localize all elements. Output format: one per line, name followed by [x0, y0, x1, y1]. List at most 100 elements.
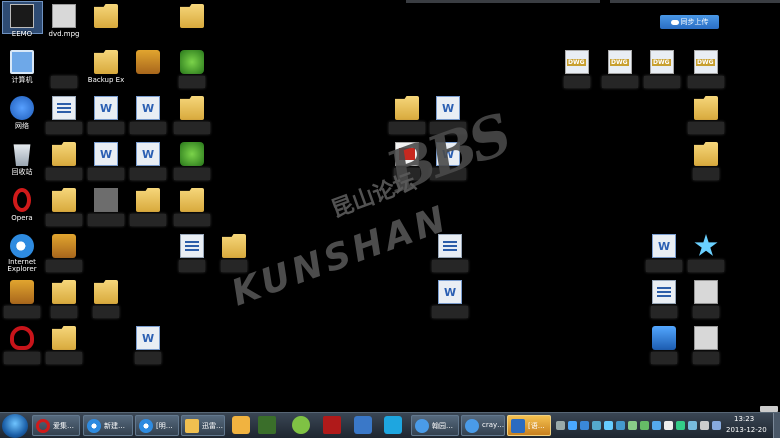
folder-icon [94, 280, 118, 304]
desktop-icon[interactable] [642, 278, 686, 322]
desktop-icon[interactable] [170, 48, 214, 92]
desktop-icon[interactable] [555, 48, 599, 92]
desktop-icon[interactable] [385, 94, 429, 138]
desktop-icon[interactable] [170, 232, 214, 276]
taskbar-button[interactable]: 爱集… [32, 415, 80, 436]
app-icon[interactable] [292, 416, 310, 434]
qq-icon[interactable] [232, 416, 250, 434]
clock-date[interactable]: 2013-12-20 [726, 426, 767, 434]
desktop-icon[interactable] [84, 186, 128, 230]
desktop-icon[interactable] [426, 140, 470, 184]
desktop-icon[interactable] [684, 278, 728, 322]
desktop-icon[interactable] [684, 232, 728, 276]
app-icon[interactable] [354, 416, 372, 434]
desktop-icon[interactable] [84, 140, 128, 184]
desktop-icon[interactable] [126, 48, 170, 92]
desktop-icon-backup-ex[interactable]: Backup Ex [84, 48, 128, 92]
tray-icon[interactable] [664, 421, 673, 430]
start-button[interactable] [2, 414, 28, 438]
desktop-icon[interactable] [126, 94, 170, 138]
network-tray-icon[interactable] [688, 421, 697, 430]
desktop-icon-computer[interactable]: 计算机 [0, 48, 44, 92]
tray-icon[interactable] [568, 421, 577, 430]
desktop-icon[interactable] [42, 278, 86, 322]
tray-arrow-icon[interactable] [556, 421, 565, 430]
desktop-icon[interactable] [42, 94, 86, 138]
taskbar-button-active[interactable]: [语… [507, 415, 551, 436]
desktop-icon[interactable] [42, 232, 86, 276]
pdf-file-icon [395, 142, 419, 166]
dreamweaver-icon[interactable] [258, 416, 276, 434]
desktop-icon[interactable] [428, 278, 472, 322]
desktop-icon[interactable] [170, 2, 214, 46]
tray-icon[interactable] [676, 421, 685, 430]
desktop[interactable]: EEMO 计算机 网络 回收站 Opera Internet Explorer … [0, 0, 780, 412]
taskbar-button[interactable]: cray… [461, 415, 505, 436]
desktop-icon[interactable] [684, 48, 728, 92]
desktop-icon[interactable] [84, 2, 128, 46]
taskbar-button[interactable]: 迅雷… [181, 415, 225, 436]
taskbar-button[interactable]: [明… [135, 415, 179, 436]
desktop-icon[interactable] [42, 324, 86, 368]
desktop-icon[interactable] [642, 324, 686, 368]
blurred-label [179, 76, 205, 88]
folder-icon [180, 188, 204, 212]
blurred-label [179, 260, 205, 272]
desktop-icon[interactable] [212, 232, 256, 276]
window-edge-strip [406, 0, 600, 3]
desktop-icon[interactable] [684, 324, 728, 368]
dwg-file-icon [565, 50, 589, 74]
show-desktop-button[interactable] [773, 413, 780, 438]
app-icon[interactable] [384, 416, 402, 434]
tray-icon[interactable] [592, 421, 601, 430]
desktop-icon[interactable] [642, 232, 686, 276]
blurred-label [651, 306, 677, 318]
desktop-icon[interactable] [42, 140, 86, 184]
desktop-icon[interactable] [126, 324, 170, 368]
desktop-icon[interactable] [126, 186, 170, 230]
folder-icon [94, 4, 118, 28]
tray-icon[interactable] [604, 421, 613, 430]
desktop-icon[interactable] [126, 140, 170, 184]
tray-icon[interactable] [628, 421, 637, 430]
desktop-icon[interactable] [684, 94, 728, 138]
blurred-label [51, 306, 77, 318]
tray-icon[interactable] [580, 421, 589, 430]
desktop-icon[interactable] [428, 232, 472, 276]
desktop-icon-network[interactable]: 网络 [0, 94, 44, 138]
desktop-icon[interactable] [170, 140, 214, 184]
desktop-icon[interactable] [170, 94, 214, 138]
internet-explorer-icon [139, 419, 153, 433]
desktop-icon[interactable] [640, 48, 684, 92]
clock-time[interactable]: 13:23 [734, 415, 754, 423]
desktop-icon[interactable] [42, 48, 86, 92]
volume-icon[interactable] [700, 421, 709, 430]
desktop-icon[interactable] [170, 186, 214, 230]
desktop-icon[interactable] [598, 48, 642, 92]
desktop-icon-opera[interactable]: Opera [0, 186, 44, 230]
desktop-icon-internet-explorer[interactable]: Internet Explorer [0, 232, 44, 276]
desktop-icon[interactable] [0, 324, 44, 368]
desktop-icon[interactable] [0, 278, 44, 322]
tray-icon[interactable] [712, 421, 721, 430]
tray-icon[interactable] [652, 421, 661, 430]
taskbar-button[interactable]: 新建… [83, 415, 133, 436]
desktop-icon[interactable] [42, 186, 86, 230]
folder-icon [94, 50, 118, 74]
desktop-icon[interactable] [385, 140, 429, 184]
desktop-icon-eemo[interactable]: EEMO [0, 2, 44, 46]
desktop-icon-recycle-bin[interactable]: 回收站 [0, 140, 44, 184]
tray-icon[interactable] [640, 421, 649, 430]
desktop-icon-dvd-mpg[interactable]: dvd.mpg [42, 2, 86, 46]
desktop-icon[interactable] [426, 94, 470, 138]
blurred-label [88, 122, 124, 134]
desktop-icon[interactable] [684, 140, 728, 184]
folder-icon [52, 188, 76, 212]
desktop-icon[interactable] [84, 278, 128, 322]
tray-icon[interactable] [616, 421, 625, 430]
taskbar-button[interactable]: 翰园… [411, 415, 459, 436]
sync-upload-button[interactable]: 同步上传 [660, 15, 719, 29]
filezilla-icon[interactable] [323, 416, 341, 434]
desktop-icon[interactable] [84, 94, 128, 138]
generic-file-icon [94, 188, 118, 212]
